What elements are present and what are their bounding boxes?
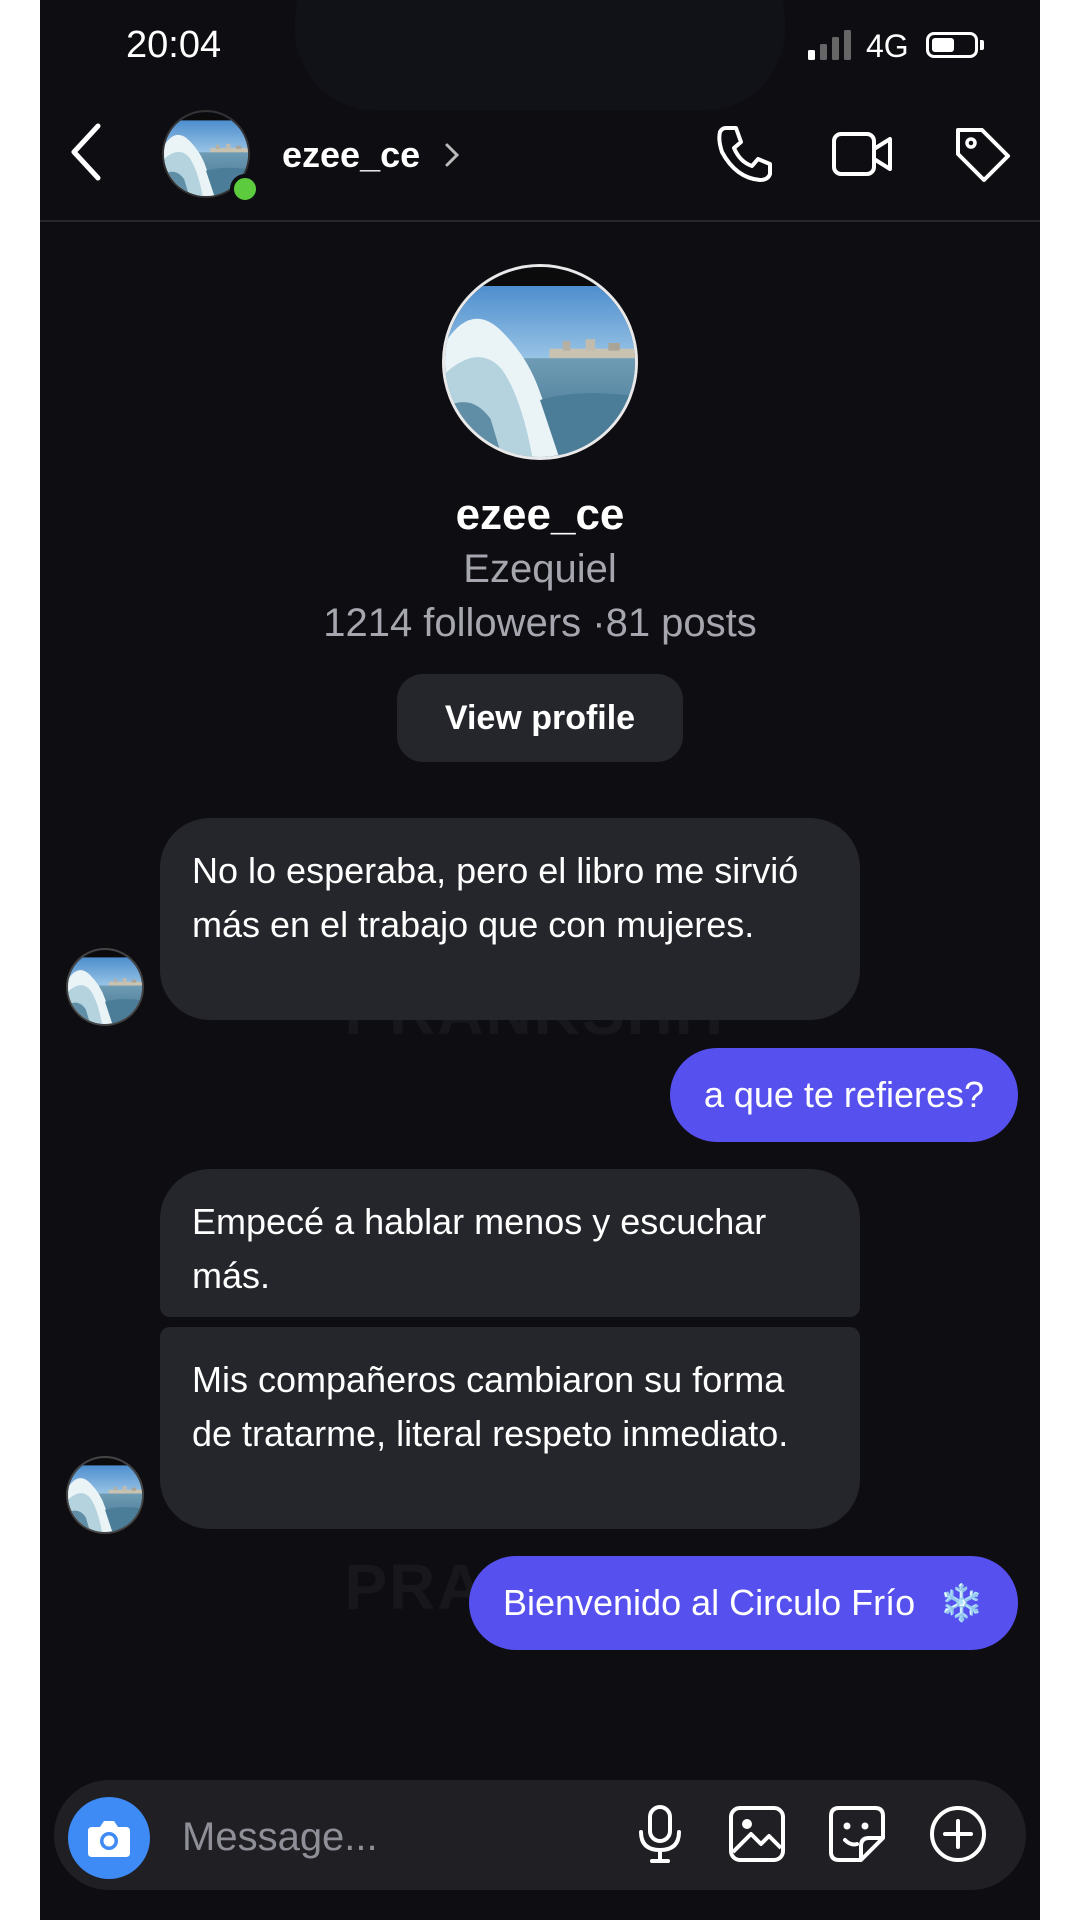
outgoing-message[interactable]: a que te refieres? — [669, 1048, 1018, 1142]
network-type: 4G — [866, 28, 909, 64]
camera-button[interactable] — [68, 1797, 150, 1879]
message-input[interactable] — [180, 1810, 524, 1864]
gallery-icon[interactable] — [725, 1802, 789, 1866]
signal-icon — [808, 30, 851, 60]
battery-icon — [926, 32, 978, 58]
sticker-icon[interactable] — [825, 1802, 889, 1866]
phone-icon[interactable] — [712, 122, 776, 186]
profile-stats: 1214 followers ·81 posts — [323, 601, 757, 645]
profile-avatar[interactable] — [442, 264, 638, 460]
profile-username: ezee_ce — [455, 490, 625, 539]
notch-shadow — [295, 0, 785, 110]
incoming-message[interactable]: No lo esperaba, pero el libro me sirvió … — [160, 818, 860, 1020]
sender-avatar[interactable] — [66, 1456, 144, 1534]
header-divider — [40, 220, 1040, 222]
snowflake-emoji: ❄️ — [939, 1582, 984, 1623]
camera-icon — [88, 1821, 130, 1857]
incoming-message[interactable]: Empecé a hablar menos y escuchar más. — [160, 1169, 860, 1317]
message-text: Bienvenido al Circulo Frío — [502, 1582, 916, 1623]
tag-icon[interactable] — [950, 122, 1014, 186]
chat-screen: 20:04 4G ezee_ce ezee_ce Ezequiel 1214 f… — [40, 0, 1040, 1920]
chevron-right-icon[interactable] — [444, 142, 460, 168]
plus-circle-icon[interactable] — [926, 1802, 990, 1866]
back-arrow-icon[interactable] — [66, 120, 106, 184]
video-camera-icon[interactable] — [830, 122, 894, 186]
status-time: 20:04 — [126, 24, 222, 66]
outgoing-message[interactable]: Bienvenido al Circulo Frío ❄️ — [468, 1556, 1018, 1650]
view-profile-button[interactable]: View profile — [397, 674, 683, 762]
battery-tip — [980, 40, 984, 50]
sender-avatar[interactable] — [66, 948, 144, 1026]
header-username[interactable]: ezee_ce — [282, 134, 420, 176]
online-status-dot — [230, 174, 260, 204]
profile-full-name: Ezequiel — [463, 547, 617, 591]
microphone-icon[interactable] — [628, 1802, 692, 1866]
incoming-message[interactable]: Mis compañeros cambiaron su forma de tra… — [160, 1327, 860, 1529]
battery-level — [932, 38, 954, 52]
